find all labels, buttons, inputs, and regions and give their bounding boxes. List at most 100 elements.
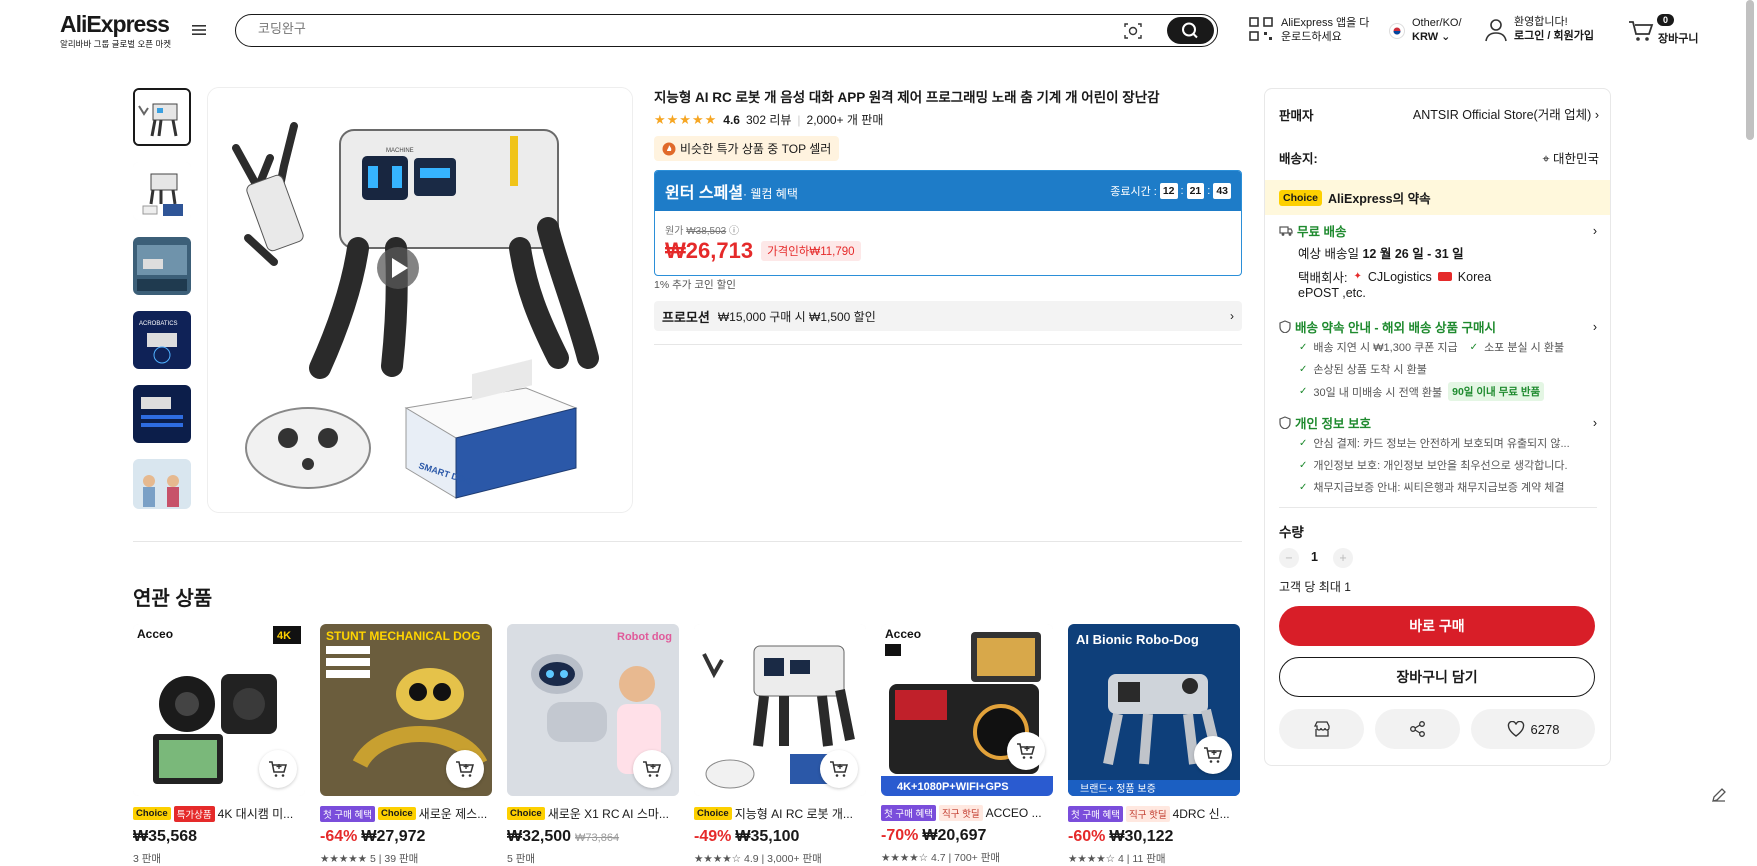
star-rating-icon: ★★★★★ [654, 111, 718, 127]
product-card-image[interactable]: Acceo 4K [133, 624, 305, 796]
product-card-price-row: ₩35,568 [133, 828, 305, 846]
chevron-right-icon: › [1594, 108, 1599, 122]
add-to-cart-icon[interactable] [1194, 736, 1232, 774]
choice-text: AliExpress의 약속 [1328, 192, 1431, 206]
region-currency-selector[interactable]: Other/KO/ KRW ⌄ [1412, 16, 1462, 44]
gallery-thumbnail[interactable] [133, 237, 191, 295]
product-card[interactable]: Acceo 4K+1080P+WIFI+GPS 첫 구매 혜택 직구 핫딜 ACCEO… [881, 624, 1053, 865]
quantity-value[interactable]: 1 [1311, 550, 1318, 564]
image-search-icon[interactable] [1123, 21, 1143, 41]
product-card[interactable]: AI Bionic Robo-Dog 브랜드+ 정품 보증 첫 구매 혜택 직구 핫… [1068, 624, 1240, 866]
product-card-image[interactable]: Acceo 4K+1080P+WIFI+GPS [881, 624, 1053, 796]
product-card[interactable]: Choice 지능형 AI RC 로봇 개... -49% ₩35,100 ★★★★… [694, 624, 866, 866]
promise-item-text: 소포 분실 시 환불 [1484, 342, 1565, 354]
choice-tag: Choice [507, 807, 545, 820]
check-icon: ✓ [1299, 386, 1308, 397]
ship-to-label: 배송지: [1279, 152, 1318, 166]
logo-text: AliExpress [60, 11, 170, 37]
product-card-image[interactable]: Robot dog [507, 624, 679, 796]
qr-code-icon[interactable] [1249, 17, 1273, 41]
share-icon [1409, 720, 1427, 738]
review-count-link[interactable]: 302 리뷰 [746, 111, 791, 128]
chevron-down-icon: ⌄ [1441, 31, 1451, 43]
free-shipping-row[interactable]: 무료 배송 › [1279, 221, 1597, 240]
add-to-cart-button[interactable]: 장바구니 담기 [1279, 657, 1595, 697]
region-line1: Other/KO/ [1412, 17, 1462, 29]
cart-icon[interactable] [1628, 20, 1654, 42]
product-main-image[interactable]: MACHINE SMART DOG [207, 87, 633, 513]
buy-now-button[interactable]: 바로 구매 [1279, 606, 1595, 646]
timer-minutes: 21 [1186, 183, 1205, 199]
info-icon[interactable]: ⓘ [729, 226, 739, 237]
product-card[interactable]: Robot dog Choice 새로운 X1 RC AI 스마... ₩32,5… [507, 624, 679, 866]
promotion-row[interactable]: 프로모션 ₩15,000 구매 시 ₩1,500 할인 › [654, 301, 1242, 331]
user-icon[interactable] [1485, 18, 1507, 42]
product-card[interactable]: STUNT MECHANICAL DOG 첫 구매 혜택 Choice 새로운 제스… [320, 624, 492, 866]
share-button[interactable] [1375, 709, 1460, 749]
gallery-thumbnail[interactable] [133, 162, 191, 220]
add-to-cart-icon[interactable] [446, 750, 484, 788]
privacy-item: ✓ 채무지급보증 안내: 씨티은행과 채무지급보증 계약 체결 [1299, 479, 1565, 495]
search-button[interactable] [1167, 17, 1214, 44]
add-to-cart-icon[interactable] [820, 750, 858, 788]
product-card-meta: 3 판매 [133, 853, 162, 865]
ship-to-selector[interactable]: ⌖ 대한민국 [1499, 148, 1599, 167]
product-card-meta: ★★★★☆ 4 | 11 판매 [1068, 853, 1166, 865]
privacy-item: ✓ 안심 결제: 카드 정보는 안전하게 보호되며 유출되지 않... [1299, 435, 1570, 451]
edit-feedback-icon[interactable] [1710, 786, 1732, 808]
product-title: 지능형 AI RC 로봇 개 음성 대화 APP 원격 제어 프로그래밍 노래 … [654, 90, 1160, 105]
timer-hours: 12 [1159, 183, 1178, 199]
add-to-cart-icon[interactable] [259, 750, 297, 788]
shield-icon [1279, 320, 1291, 333]
account-link[interactable]: 환영합니다! 로그인 / 회원가입 [1514, 15, 1594, 43]
product-card-image[interactable] [694, 624, 866, 796]
check-icon: ✓ [1299, 481, 1308, 493]
product-card-meta: ★★★★☆ 4.7 | 700+ 판매 [881, 852, 1001, 864]
divider [1279, 507, 1597, 508]
product-card-image[interactable]: AI Bionic Robo-Dog 브랜드+ 정품 보증 [1068, 624, 1240, 796]
product-card-old-price: ₩73,864 [575, 832, 620, 844]
seller-link[interactable]: ANTSIR Official Store(거래 업체) › [1399, 104, 1599, 123]
product-card-price: ₩30,122 [1109, 828, 1174, 845]
quantity-plus-button[interactable]: + [1333, 548, 1353, 568]
aliexpress-logo[interactable]: AliExpress 알리바바 그룹 글로벌 오픈 마켓 [60, 12, 171, 50]
gallery-thumbnail[interactable]: ACROBATICS [133, 311, 191, 369]
page-scrollbar[interactable] [1746, 0, 1754, 140]
search-input[interactable] [258, 21, 1058, 36]
product-card-title-row: 첫 구매 혜택 직구 핫딜 4DRC 신... [1068, 805, 1240, 822]
wishlist-button[interactable]: 6278 [1471, 709, 1595, 749]
product-card-image[interactable]: STUNT MECHANICAL DOG [320, 624, 492, 796]
product-card-price: ₩27,972 [361, 828, 426, 845]
promise-item-text: 손상된 상품 도착 시 환불 [1313, 364, 1427, 376]
gallery-thumbnail[interactable] [133, 88, 191, 146]
product-card-title-row: 첫 구매 혜택 직구 핫딜 ACCEO ... [881, 805, 1053, 821]
cart-label[interactable]: 장바구니 [1658, 30, 1698, 46]
product-card-price-row: -60% ₩30,122 [1068, 828, 1240, 846]
rating-row: ★★★★★ 4.6 302 리뷰 | 2,000+ 개 판매 [654, 111, 883, 128]
promo-label: 프로모션 [662, 309, 710, 325]
store-button[interactable] [1279, 709, 1364, 749]
quantity-label: 수량 [1279, 525, 1304, 540]
orig-label: 원가 [665, 226, 684, 237]
privacy-row[interactable]: 개인 정보 보호 › [1279, 413, 1597, 432]
delivery-promise-row[interactable]: 배송 약속 안내 - 해외 배송 상품 구매시 › [1279, 317, 1597, 336]
gallery-thumbnail[interactable] [133, 385, 191, 443]
quantity-minus-button[interactable]: − [1279, 548, 1299, 568]
hamburger-menu-icon[interactable] [192, 24, 208, 38]
gallery-thumbnail[interactable] [133, 459, 191, 509]
product-card[interactable]: Acceo 4K Choice 특가상품 4K 대시캠 미... ₩35,568 3 … [133, 624, 305, 866]
product-card-discount: -49% [694, 828, 732, 845]
add-to-cart-icon[interactable] [1007, 732, 1045, 770]
img-brand-text: Acceo [885, 627, 921, 641]
product-card-price: ₩35,568 [133, 828, 198, 845]
epost-logo-icon [1437, 272, 1452, 281]
chevron-right-icon: › [1592, 223, 1597, 238]
privacy-item: ✓ 개인정보 보호: 개인정보 보안을 최우선으로 생각합니다. [1299, 457, 1568, 473]
privacy-item-text: 채무지급보증 안내: 씨티은행과 채무지급보증 계약 체결 [1313, 482, 1565, 494]
fire-icon [662, 142, 676, 156]
product-card-price: ₩20,697 [922, 827, 987, 844]
timer-label: 종료시간 : [1110, 186, 1157, 198]
add-to-cart-icon[interactable] [633, 750, 671, 788]
app-download-link[interactable]: AliExpress 앱을 다 운로드하세요 [1281, 16, 1369, 44]
choice-tag: Choice [694, 807, 732, 820]
